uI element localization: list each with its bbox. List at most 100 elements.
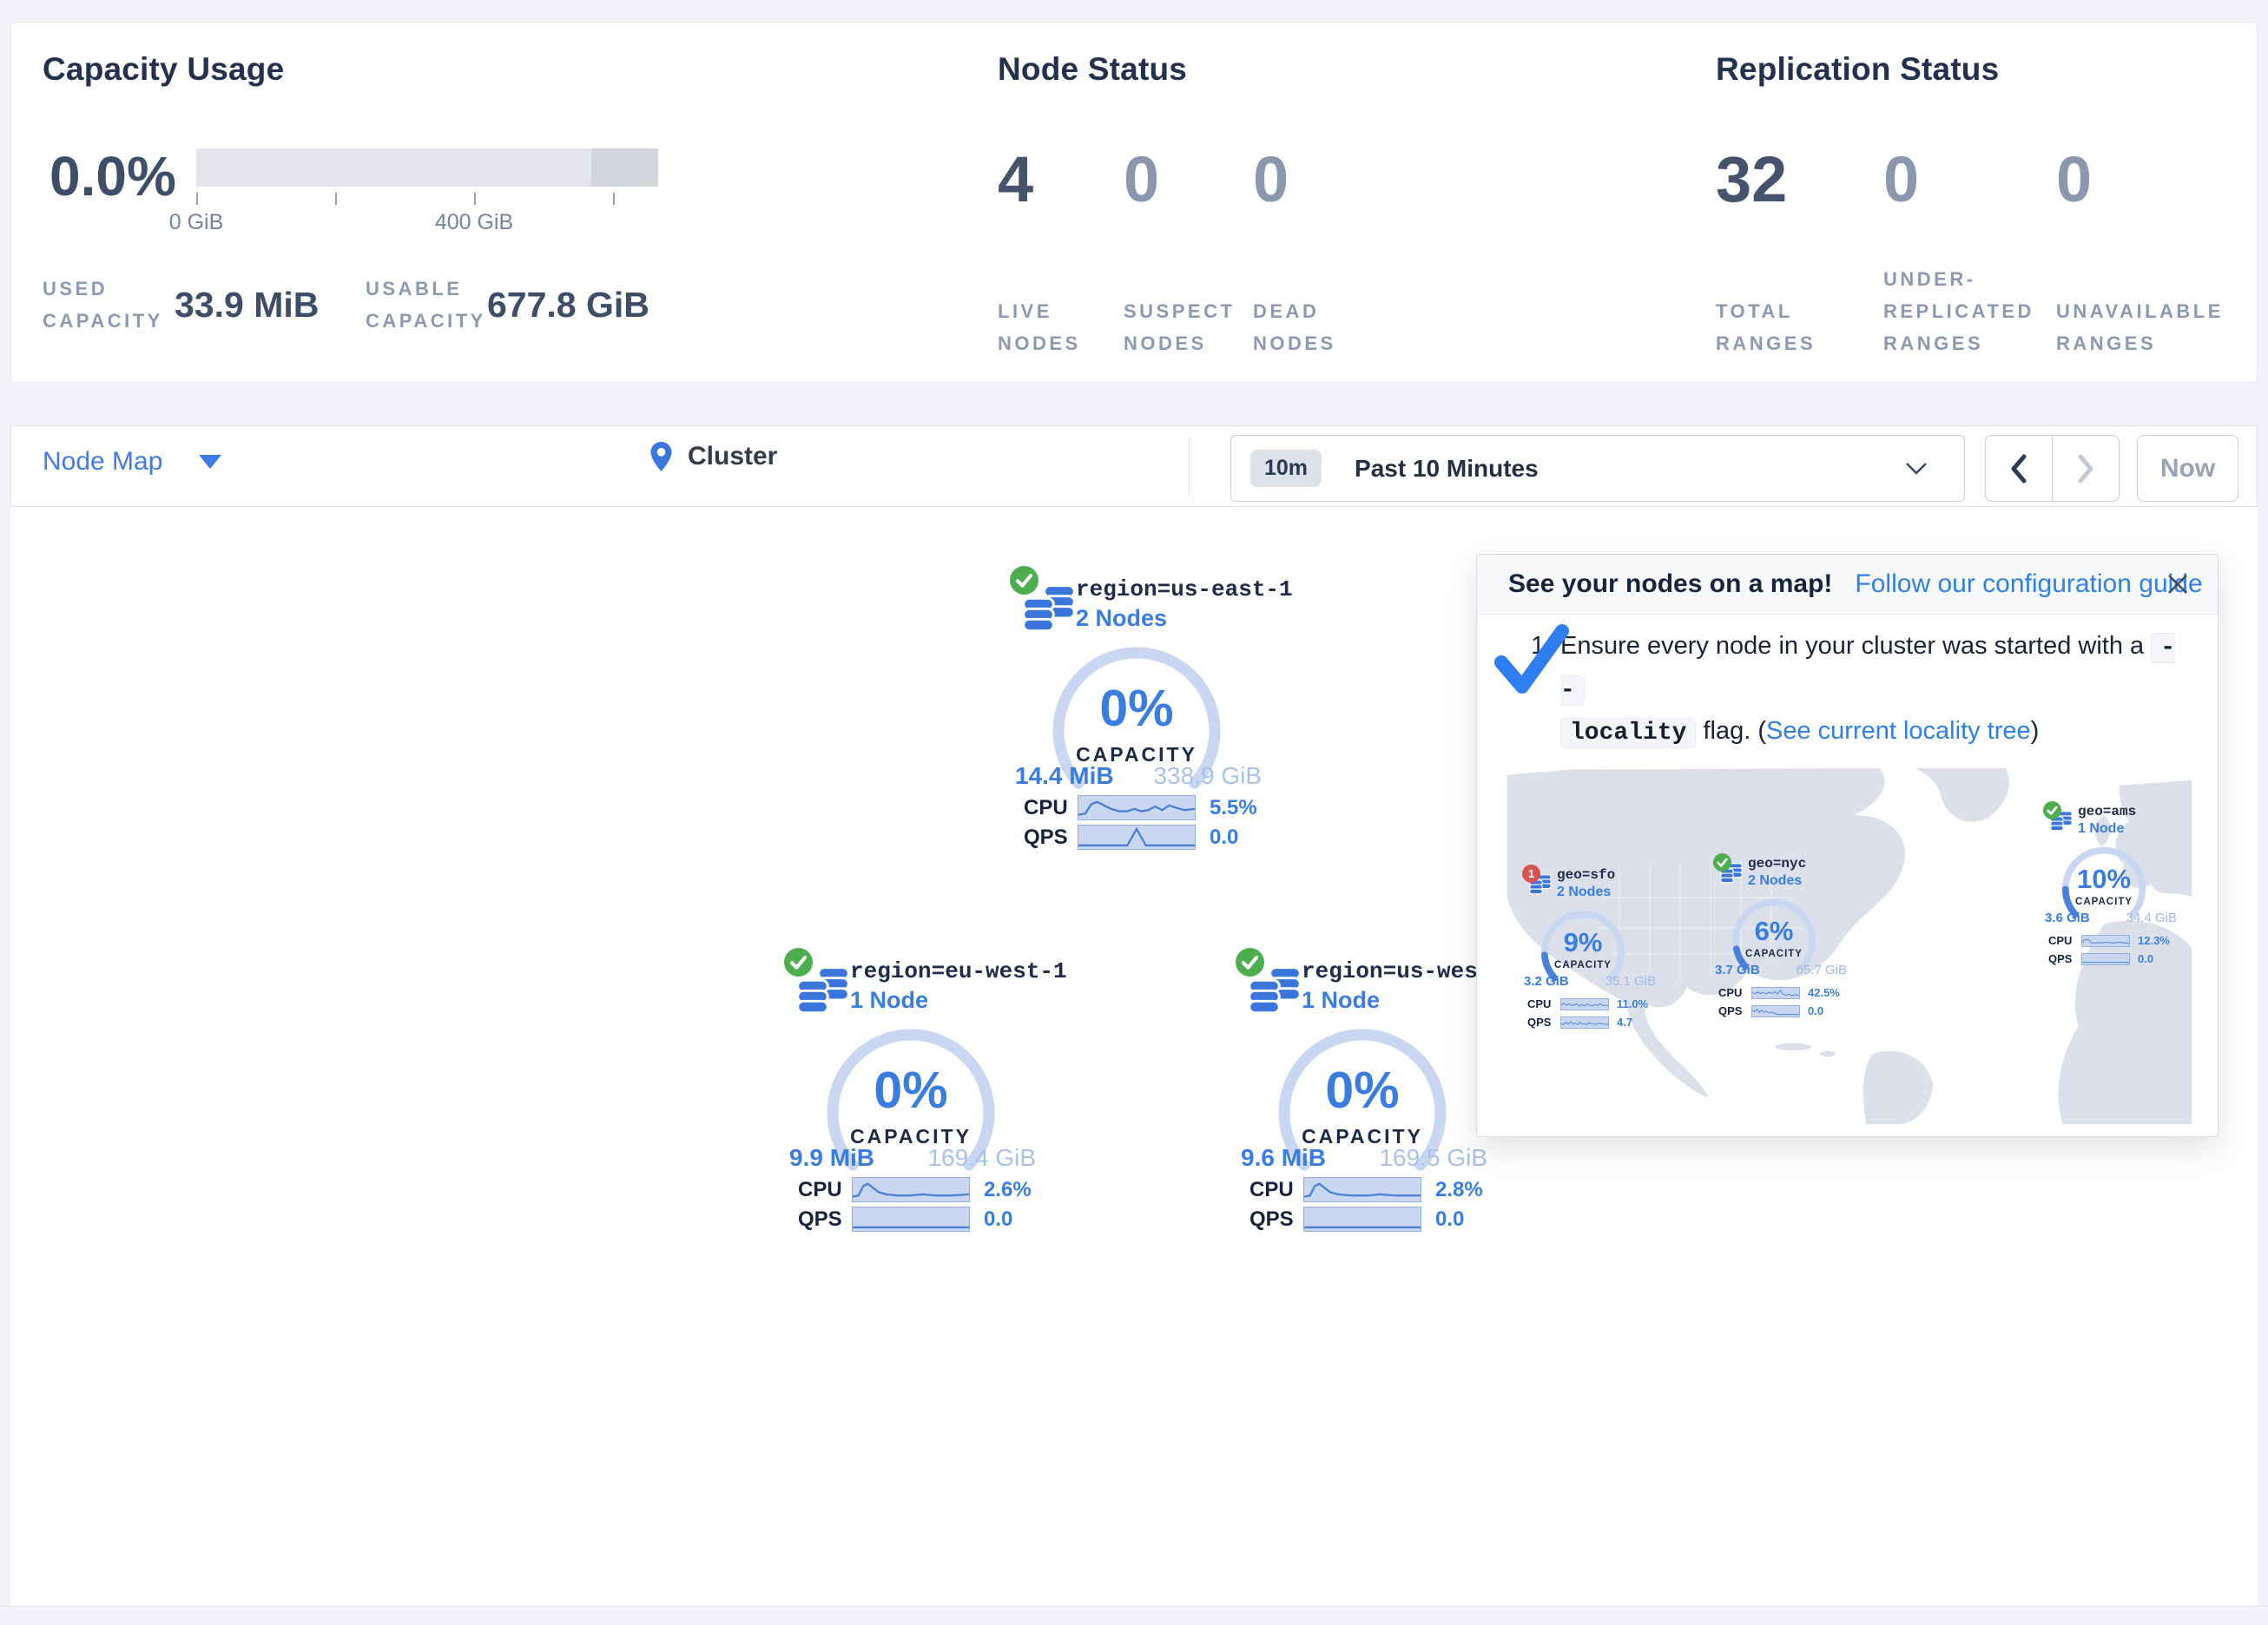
time-step-buttons — [1985, 435, 2120, 502]
region-card-us-east-1[interactable]: region=us-east-1 2 Nodes 0% CAPACITY 14.… — [1010, 566, 1263, 852]
setup-step-1: 1.Ensure every node in your cluster was … — [1477, 626, 2218, 753]
qps-value: 0.0 — [1808, 1004, 1823, 1017]
live-nodes-label: LIVE NODES — [998, 295, 1111, 359]
axis-tick — [335, 193, 337, 205]
axis-tick — [474, 193, 476, 205]
region-metrics: CPU 5.5% QPS 0.0 — [1024, 794, 1263, 853]
live-nodes-count: 4 — [998, 142, 1033, 216]
qps-sparkline — [2081, 953, 2130, 965]
popup-title: See your nodes on a map! — [1508, 569, 1832, 599]
region-card-us-west-1[interactable]: region=us-west-1 1 Node 0% CAPACITY 9.6 … — [1236, 948, 1489, 1234]
qps-row: QPS 0.0 — [2048, 951, 2170, 966]
healthy-check-icon — [2043, 801, 2061, 819]
configuration-guide-link[interactable]: Follow our configuration guide — [1855, 569, 2202, 599]
cpu-row: CPU 2.6% — [798, 1176, 1038, 1203]
healthy-check-icon — [1713, 853, 1731, 872]
time-range-badge: 10m — [1250, 450, 1322, 487]
cpu-value: 11.0% — [1617, 997, 1648, 1010]
region-card-eu-west-1[interactable]: region=eu-west-1 1 Node 0% CAPACITY 9.9 … — [784, 948, 1038, 1234]
locality-metrics: CPU 11.0% QPS 4.7 — [1527, 997, 1648, 1033]
cpu-row: CPU 12.3% — [2048, 933, 2170, 948]
step-text: Ensure every node in your cluster was st… — [1560, 632, 2151, 660]
dead-nodes-count: 0 — [1253, 142, 1289, 216]
cpu-sparkline — [1751, 987, 1800, 999]
qps-row: QPS 0.0 — [1718, 1003, 1840, 1018]
cpu-row: CPU 2.8% — [1249, 1176, 1489, 1203]
region-node-count[interactable]: 1 Node — [850, 987, 928, 1014]
cpu-row: CPU 11.0% — [1527, 997, 1648, 1011]
qps-row: QPS 0.0 — [1024, 824, 1263, 851]
cpu-label: CPU — [1024, 796, 1078, 820]
breadcrumb-label: Cluster — [688, 442, 777, 471]
now-button[interactable]: Now — [2137, 435, 2238, 502]
step-forward-button[interactable] — [2052, 436, 2119, 501]
total-capacity: 35.1 GiB — [1605, 974, 1656, 989]
cpu-label: CPU — [798, 1178, 852, 1202]
locality-node-count[interactable]: 2 Nodes — [1557, 885, 1611, 900]
breadcrumb[interactable]: Cluster — [650, 442, 777, 471]
used-capacity: 9.6 MiB — [1241, 1144, 1326, 1172]
qps-row: QPS 4.7 — [1527, 1015, 1648, 1030]
location-pin-icon — [650, 442, 672, 471]
step-done-check-icon — [1491, 621, 1574, 704]
qps-sparkline — [1560, 1016, 1609, 1029]
node-stack-icon — [1020, 580, 1078, 635]
qps-label: QPS — [1249, 1207, 1303, 1232]
under-replicated-label: UNDER-REPLICATED RANGES — [1883, 263, 2061, 359]
cpu-label: CPU — [2048, 934, 2081, 947]
usable-capacity-label: USABLE CAPACITY — [366, 273, 504, 337]
qps-value: 4.7 — [1617, 1016, 1632, 1029]
region-node-count[interactable]: 2 Nodes — [1076, 605, 1167, 632]
cpu-label: CPU — [1527, 997, 1560, 1010]
cpu-sparkline — [1078, 795, 1196, 820]
capacity-usage-title: Capacity Usage — [43, 51, 284, 88]
total-capacity: 169.5 GiB — [1379, 1144, 1487, 1172]
usable-capacity-value: 677.8 GiB — [487, 285, 649, 326]
axis-tick — [613, 193, 615, 205]
region-name: region=us-east-1 — [1076, 576, 1293, 602]
error-count-badge: 1 — [1522, 865, 1540, 883]
under-replicated-count: 0 — [1883, 142, 1919, 216]
qps-sparkline — [1751, 1005, 1800, 1017]
locality-node-count[interactable]: 2 Nodes — [1748, 873, 1802, 889]
cluster-summary-bar: Capacity Usage 0.0% 0 GiB 400 GiB USED C… — [10, 22, 2258, 383]
view-selector-dropdown[interactable]: Node Map — [43, 447, 221, 477]
map-toolbar: Node Map Cluster 10m Past 10 Minutes — [10, 425, 2258, 507]
region-node-count[interactable]: 1 Node — [1302, 987, 1380, 1014]
cpu-label: CPU — [1249, 1178, 1303, 1202]
qps-value: 0.0 — [1435, 1207, 1464, 1232]
locality-node-count[interactable]: 1 Node — [2078, 821, 2124, 837]
cpu-row: CPU 5.5% — [1024, 794, 1263, 821]
suspect-nodes-label: SUSPECT NODES — [1124, 295, 1245, 359]
cpu-sparkline — [852, 1177, 970, 1202]
chevron-down-icon — [199, 455, 221, 469]
locality-tree-link[interactable]: See current locality tree — [1766, 717, 2031, 745]
time-range-dropdown[interactable]: 10m Past 10 Minutes — [1230, 435, 1965, 502]
cpu-label: CPU — [1718, 986, 1751, 999]
region-metrics: CPU 2.6% QPS 0.0 — [798, 1176, 1038, 1235]
toolbar-divider — [1189, 437, 1190, 497]
capacity-bar — [196, 148, 658, 187]
chevron-right-icon — [2077, 454, 2094, 484]
capacity-percent: 0% — [1050, 679, 1223, 738]
qps-label: QPS — [1718, 1004, 1751, 1017]
step-back-button[interactable] — [1986, 436, 2052, 501]
cpu-value: 12.3% — [2138, 934, 2170, 947]
close-icon[interactable] — [2162, 569, 2193, 600]
qps-row: QPS 0.0 — [798, 1206, 1038, 1233]
qps-value: 0.0 — [2138, 952, 2153, 965]
cpu-value: 2.8% — [1435, 1178, 1483, 1202]
axis-tick-label: 0 GiB — [127, 210, 266, 235]
qps-label: QPS — [798, 1207, 852, 1232]
cpu-row: CPU 42.5% — [1718, 985, 1840, 1000]
example-node-map: 1 geo=sfo 2 Nodes 9% CAPACITY 3.2 GiB 35… — [1507, 767, 2192, 1125]
node-map-setup-popup: See your nodes on a map! Follow our conf… — [1476, 554, 2219, 1137]
used-capacity: 9.9 MiB — [789, 1144, 874, 1172]
used-capacity: 14.4 MiB — [1015, 762, 1114, 790]
page-footer-strip — [0, 1606, 2268, 1625]
qps-label: QPS — [2048, 952, 2081, 965]
locality-metrics: CPU 42.5% QPS 0.0 — [1718, 985, 1840, 1022]
step-text: flag. ( — [1696, 717, 1766, 745]
used-capacity: 3.2 GiB — [1524, 974, 1569, 989]
unavailable-label: UNAVAILABLE RANGES — [2056, 295, 2243, 359]
